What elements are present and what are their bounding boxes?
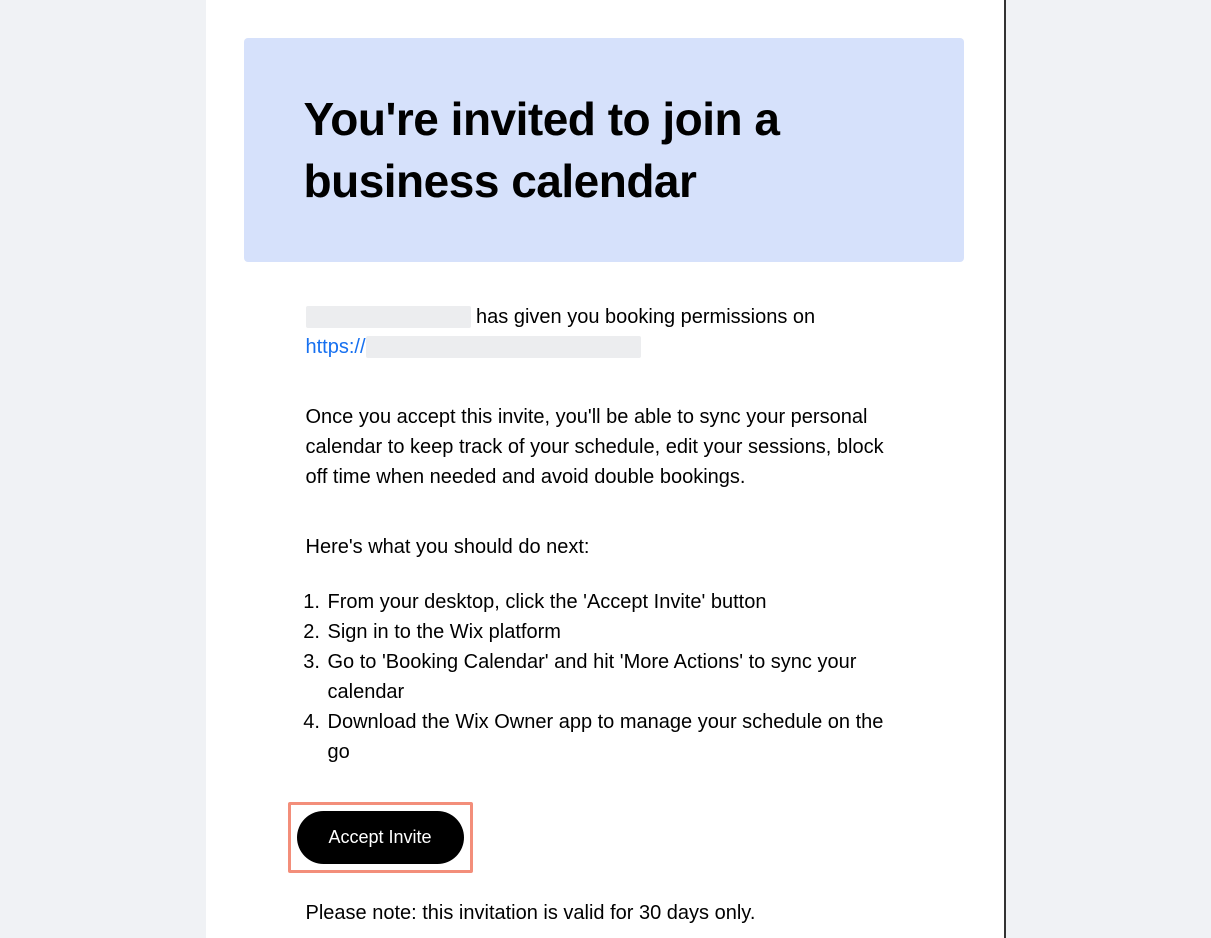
step-item: Sign in to the Wix platform — [326, 617, 904, 647]
email-content: has given you booking permissions on htt… — [206, 262, 1004, 928]
site-link-prefix[interactable]: https:// — [306, 336, 366, 358]
intro-text: has given you booking permissions on — [471, 306, 816, 328]
accept-invite-button[interactable]: Accept Invite — [297, 811, 464, 864]
description-text: Once you accept this invite, you'll be a… — [306, 402, 904, 492]
step-item: Go to 'Booking Calendar' and hit 'More A… — [326, 647, 904, 707]
redacted-site-link — [366, 336, 641, 358]
email-container: You're invited to join a business calend… — [206, 0, 1006, 938]
step-item: Download the Wix Owner app to manage you… — [326, 707, 904, 767]
invitation-banner: You're invited to join a business calend… — [244, 38, 964, 262]
banner-title: You're invited to join a business calend… — [304, 88, 904, 212]
intro-line: has given you booking permissions on htt… — [306, 302, 904, 362]
steps-list: From your desktop, click the 'Accept Inv… — [306, 587, 904, 767]
redacted-sender-name — [306, 306, 471, 328]
validity-note: Please note: this invitation is valid fo… — [306, 898, 904, 928]
button-highlight-border: Accept Invite — [288, 802, 473, 873]
next-steps-heading: Here's what you should do next: — [306, 532, 904, 562]
step-item: From your desktop, click the 'Accept Inv… — [326, 587, 904, 617]
